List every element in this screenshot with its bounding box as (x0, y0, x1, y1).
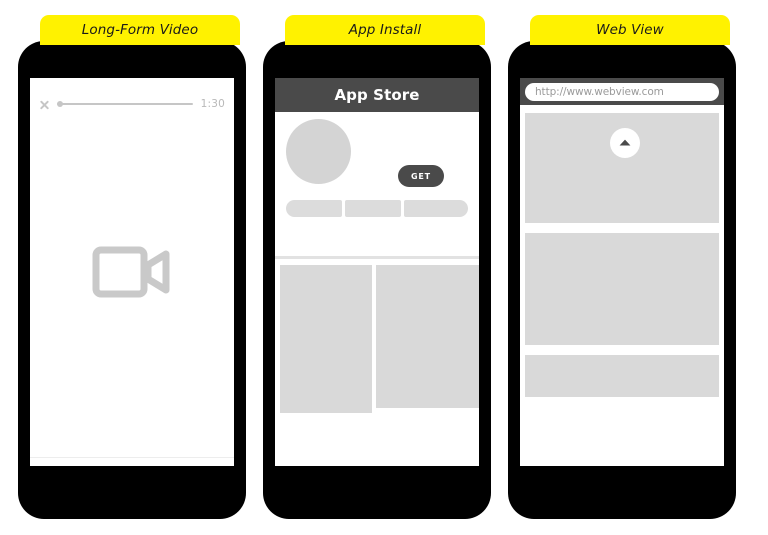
app-store-divider (275, 256, 479, 259)
app-store-title: App Store (334, 86, 420, 104)
video-time-remaining: 1:30 (200, 98, 225, 110)
tab-long-form-video[interactable]: Long-Form Video (40, 15, 240, 45)
app-icon-placeholder (286, 119, 351, 184)
video-camera-icon (92, 245, 172, 299)
panel-long-form-video: Long-Form Video 1:30 (8, 0, 254, 535)
browser-content (520, 105, 724, 466)
screen-app-store: App Store GET (275, 78, 479, 466)
tab-label-app-install: App Install (348, 22, 422, 38)
video-progress-slider[interactable] (57, 99, 193, 110)
video-progress-knob[interactable] (57, 100, 64, 108)
app-store-header: App Store (275, 78, 479, 112)
app-meta-segment[interactable] (404, 200, 468, 217)
tab-app-install[interactable]: App Install (285, 15, 485, 45)
get-button-label: GET (411, 171, 431, 181)
app-hero-section: GET (275, 112, 479, 250)
app-screenshot-columns (275, 265, 479, 466)
screen-video-player: 1:30 (30, 78, 234, 466)
web-content-placeholder[interactable] (525, 233, 719, 345)
tab-label-web-view: Web View (596, 22, 664, 38)
panel-web-view: Web View http://www.webview.com (498, 0, 744, 535)
app-meta-strip (286, 200, 468, 217)
web-content-placeholder[interactable] (525, 113, 719, 223)
url-text: http://www.webview.com (535, 85, 664, 98)
video-progress-track (57, 102, 193, 106)
app-meta-segment[interactable] (345, 200, 401, 217)
tab-label-long-form-video: Long-Form Video (81, 22, 199, 38)
web-content-placeholder[interactable] (525, 355, 719, 397)
chevron-up-icon[interactable] (610, 128, 640, 158)
phone-frame-app-install: App Store GET (263, 41, 491, 519)
phone-frame-web-view: http://www.webview.com (508, 41, 736, 519)
phone-frame-long-form-video: 1:30 (18, 41, 246, 519)
screen-browser: http://www.webview.com (520, 78, 724, 466)
url-input[interactable]: http://www.webview.com (525, 82, 719, 101)
browser-chrome: http://www.webview.com (520, 78, 724, 105)
video-footer-divider (30, 457, 234, 458)
tab-web-view[interactable]: Web View (530, 15, 730, 45)
video-control-bar: 1:30 (30, 96, 234, 112)
close-x-icon[interactable] (39, 99, 50, 110)
app-screenshot-placeholder[interactable] (376, 265, 479, 408)
panel-app-install: App Install App Store GET (253, 0, 499, 535)
get-button[interactable]: GET (398, 165, 444, 187)
app-screenshot-placeholder[interactable] (280, 265, 372, 413)
wireframe-canvas: Long-Form Video 1:30 App Install App Sto… (0, 0, 768, 535)
app-meta-segment[interactable] (286, 200, 342, 217)
